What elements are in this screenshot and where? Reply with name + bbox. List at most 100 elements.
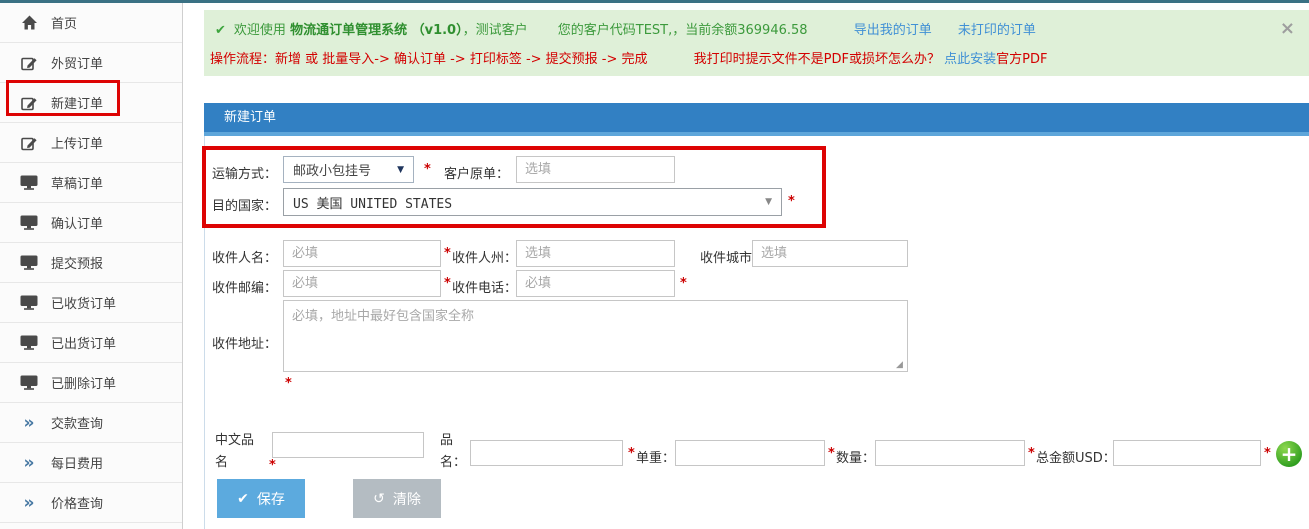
check-icon: ✔ bbox=[237, 491, 249, 507]
required-mark: * bbox=[628, 446, 635, 461]
sidebar: 首页 外贸订单 新建订单 上传订单 草稿订单 bbox=[0, 3, 183, 529]
pdf-question-text: 我打印时提示文件不是PDF或损坏怎么办？ bbox=[694, 52, 940, 67]
recipient-phone-input[interactable] bbox=[516, 270, 675, 297]
caret-down-icon: ▼ bbox=[397, 165, 404, 175]
welcome-line: ✔欢迎使用 物流通订单管理系统 （v1.0），测试客户 您的客户代码TEST,，… bbox=[215, 19, 1036, 38]
sidebar-item-label: 每日费用 bbox=[51, 453, 103, 472]
panel-title: 新建订单 bbox=[224, 110, 276, 125]
sidebar-item-label: 外贸订单 bbox=[51, 53, 103, 72]
customer-ref-input[interactable] bbox=[516, 156, 675, 183]
recipient-state-label: 收件人州： bbox=[452, 247, 517, 266]
close-icon[interactable]: × bbox=[1280, 20, 1295, 38]
dest-country-label: 目的国家： bbox=[212, 195, 277, 214]
item-name-cn-input[interactable] bbox=[272, 432, 424, 458]
item-name-label: 品名： bbox=[440, 430, 466, 474]
sidebar-item-shipped-orders[interactable]: 已出货订单 bbox=[0, 323, 182, 363]
double-chevron-icon: » bbox=[18, 416, 40, 430]
unit-weight-label: 单重： bbox=[636, 447, 675, 466]
customer-ref-label: 客户原单： bbox=[444, 163, 509, 182]
recipient-address-label: 收件地址： bbox=[212, 333, 277, 352]
quantity-input[interactable] bbox=[875, 440, 1025, 466]
dest-country-value: US 美国 UNITED STATES bbox=[284, 193, 452, 212]
sidebar-item-foreign-orders[interactable]: 外贸订单 bbox=[0, 43, 182, 83]
sidebar-item-payment-query[interactable]: » 交款查询 bbox=[0, 403, 182, 443]
save-button[interactable]: ✔ 保存 bbox=[217, 479, 305, 518]
shipping-method-select[interactable]: 邮政小包挂号 ▼ bbox=[283, 156, 414, 183]
monitor-icon bbox=[18, 375, 40, 390]
sidebar-item-label: 新建订单 bbox=[51, 93, 103, 112]
double-chevron-icon: » bbox=[18, 456, 40, 470]
clear-button[interactable]: ↺ 清除 bbox=[353, 479, 441, 518]
required-mark: * bbox=[285, 376, 292, 391]
add-item-button[interactable]: + bbox=[1276, 441, 1302, 467]
shipping-method-value: 邮政小包挂号 bbox=[284, 160, 371, 179]
sidebar-item-label: 首页 bbox=[51, 13, 77, 32]
item-name-cn-label: 中文品名 bbox=[215, 430, 260, 474]
balance-text: 当前余额369946.58 bbox=[685, 23, 807, 38]
double-chevron-icon: » bbox=[18, 496, 40, 510]
sidebar-item-daily-fees[interactable]: » 每日费用 bbox=[0, 443, 182, 483]
workflow-line: 操作流程：新增 或 批量导入-> 确认订单 -> 打印标签 -> 提交预报 ->… bbox=[210, 48, 1047, 67]
sidebar-item-confirm-orders[interactable]: 确认订单 bbox=[0, 203, 182, 243]
sidebar-item-price-query[interactable]: » 价格查询 bbox=[0, 483, 182, 523]
clear-button-label: 清除 bbox=[393, 489, 421, 509]
edit-icon bbox=[18, 135, 40, 151]
welcome-alert: ✔欢迎使用 物流通订单管理系统 （v1.0），测试客户 您的客户代码TEST,，… bbox=[204, 10, 1309, 76]
workflow-text: 操作流程：新增 或 批量导入-> 确认订单 -> 打印标签 -> 提交预报 ->… bbox=[210, 52, 648, 67]
system-name: 物流通订单管理系统 （v1.0） bbox=[290, 23, 463, 38]
recipient-state-input[interactable] bbox=[516, 240, 675, 267]
sidebar-item-label: 提交预报 bbox=[51, 253, 103, 272]
save-button-label: 保存 bbox=[257, 489, 285, 509]
sidebar-item-home[interactable]: 首页 bbox=[0, 3, 182, 43]
sidebar-item-label: 已删除订单 bbox=[51, 373, 116, 392]
welcome-suffix: ，测试客户 bbox=[463, 23, 528, 38]
sidebar-item-label: 交款查询 bbox=[51, 413, 103, 432]
total-usd-label: 总金额USD： bbox=[1036, 447, 1116, 466]
edit-icon bbox=[18, 95, 40, 111]
monitor-icon bbox=[18, 175, 40, 190]
item-name-input[interactable] bbox=[470, 440, 623, 466]
welcome-prefix: 欢迎使用 bbox=[234, 23, 286, 38]
total-usd-input[interactable] bbox=[1113, 440, 1261, 466]
monitor-icon bbox=[18, 215, 40, 230]
sidebar-item-label: 价格查询 bbox=[51, 493, 103, 512]
recipient-name-input[interactable] bbox=[283, 240, 441, 267]
quantity-label: 数量： bbox=[836, 447, 875, 466]
recipient-address-textarea[interactable] bbox=[283, 300, 908, 372]
customer-code: 您的客户代码TEST,， bbox=[558, 23, 685, 38]
monitor-icon bbox=[18, 335, 40, 350]
home-icon bbox=[18, 15, 40, 30]
recipient-zip-input[interactable] bbox=[283, 270, 441, 297]
export-orders-link[interactable]: 导出我的订单 bbox=[854, 23, 932, 38]
required-mark: * bbox=[680, 276, 687, 291]
recipient-name-label: 收件人名： bbox=[212, 247, 277, 266]
top-border bbox=[0, 0, 1309, 3]
sidebar-item-received-orders[interactable]: 已收货订单 bbox=[0, 283, 182, 323]
sidebar-item-submit-forecast[interactable]: 提交预报 bbox=[0, 243, 182, 283]
sidebar-item-deleted-orders[interactable]: 已删除订单 bbox=[0, 363, 182, 403]
recipient-zip-label: 收件邮编： bbox=[212, 277, 277, 296]
required-mark: * bbox=[788, 194, 795, 209]
sidebar-item-upload-order[interactable]: 上传订单 bbox=[0, 123, 182, 163]
monitor-icon bbox=[18, 295, 40, 310]
unit-weight-input[interactable] bbox=[675, 440, 825, 466]
unprinted-orders-link[interactable]: 未打印的订单 bbox=[958, 23, 1036, 38]
required-mark: * bbox=[828, 446, 835, 461]
sidebar-item-draft-orders[interactable]: 草稿订单 bbox=[0, 163, 182, 203]
caret-down-icon: ▼ bbox=[765, 197, 772, 207]
sidebar-item-label: 已出货订单 bbox=[51, 333, 116, 352]
edit-icon bbox=[18, 55, 40, 71]
shipping-method-label: 运输方式： bbox=[212, 163, 277, 182]
sidebar-item-label: 上传订单 bbox=[51, 133, 103, 152]
install-pdf-link[interactable]: 点此安装 bbox=[944, 52, 996, 67]
sidebar-item-new-order[interactable]: 新建订单 bbox=[0, 83, 182, 123]
recipient-phone-label: 收件电话： bbox=[452, 277, 517, 296]
sidebar-item-label: 确认订单 bbox=[51, 213, 103, 232]
required-mark: * bbox=[1028, 446, 1035, 461]
recipient-city-input[interactable] bbox=[752, 240, 908, 267]
required-mark: * bbox=[1264, 446, 1271, 461]
dest-country-combobox[interactable]: US 美国 UNITED STATES ▼ bbox=[283, 188, 782, 216]
sidebar-item-label: 已收货订单 bbox=[51, 293, 116, 312]
sidebar-item-label: 草稿订单 bbox=[51, 173, 103, 192]
required-mark: * bbox=[269, 458, 276, 473]
